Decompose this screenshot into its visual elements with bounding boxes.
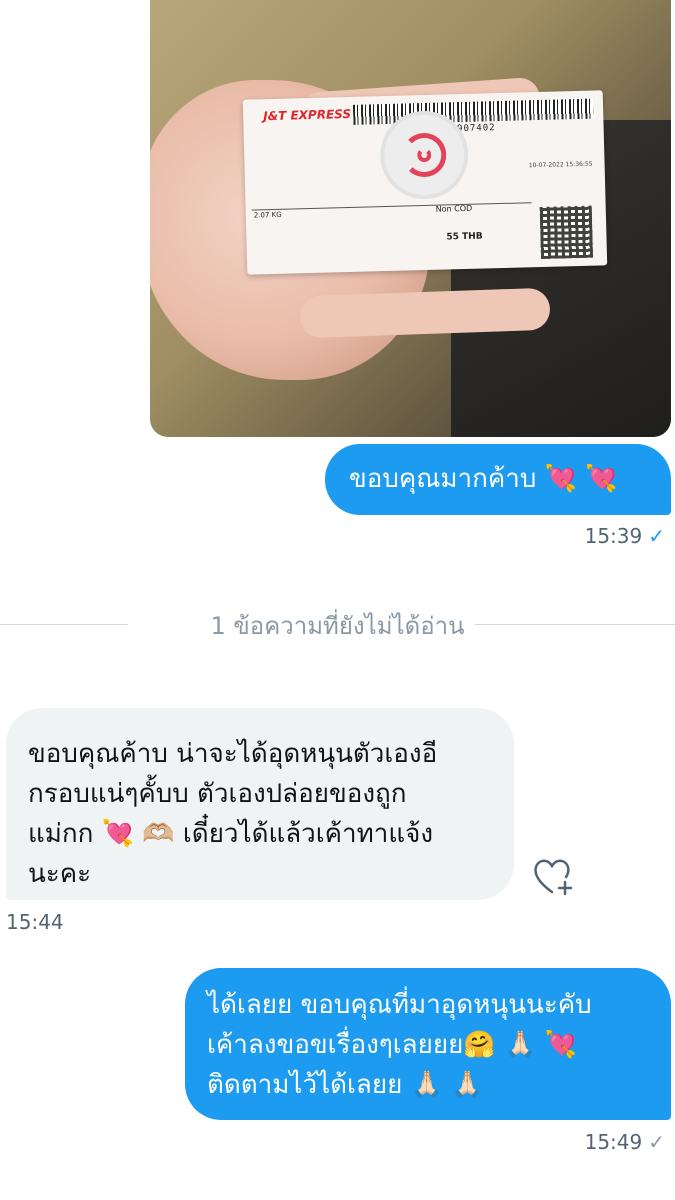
message-timestamp: 15:39 ✓: [585, 524, 665, 548]
message-bubble-outgoing[interactable]: ได้เลยย ขอบคุณที่มาอุดหนุนนะคับ เค้าลงขอ…: [185, 968, 671, 1120]
message-line: แม่กก 💘 🫶🏼 เดี๋ยวได้แล้วเค้าทาแจ้ง: [28, 819, 434, 849]
heart-plus-icon[interactable]: [532, 856, 574, 896]
courier-logo: J&T EXPRESS: [263, 106, 352, 124]
message-bubble-outgoing[interactable]: ขอบคุณมากค้าบ 💘 💘: [325, 444, 671, 515]
message-line: นะคะ: [28, 859, 92, 889]
receipt-date: 10-07-2022 15:36:55: [528, 160, 593, 170]
receipt-cod-label: Non COD: [435, 203, 473, 214]
receipt-price: 55 THB: [446, 231, 483, 243]
message-timestamp: 15:44: [6, 910, 64, 934]
message-line: ขอบคุณค้าบ น่าจะได้อุดหนุนตัวเองอี: [28, 739, 438, 769]
unread-label: 1 ข้อความที่ยังไม่ได้อ่าน: [200, 612, 475, 640]
photo-finger: [299, 287, 551, 339]
receipt-weight: 2.07 KG: [253, 210, 282, 220]
unread-divider: 1 ข้อความที่ยังไม่ได้อ่าน: [0, 606, 675, 645]
timestamp-text: 15:49: [584, 1130, 643, 1154]
message-line: เค้าลงขอขเรื่องๆเลยยย🤗 🙏🏻 💘: [207, 1030, 577, 1060]
shipping-receipt: J&T EXPRESS 822411907402 10-07-2022 15:3…: [242, 90, 608, 275]
qr-code: [539, 205, 594, 259]
receipt-grid: [251, 202, 534, 269]
check-icon: ✓: [648, 1130, 665, 1154]
privacy-sticker: [383, 113, 466, 197]
message-timestamp: 15:49 ✓: [585, 1130, 665, 1154]
barcode: [352, 98, 594, 125]
timestamp-text: 15:39: [584, 524, 643, 548]
photo-attachment[interactable]: J&T EXPRESS 822411907402 10-07-2022 15:3…: [150, 0, 671, 437]
message-line: ติดตามไว้ได้เลยย 🙏🏻 🙏🏻: [207, 1070, 484, 1100]
message-line: ได้เลยย ขอบคุณที่มาอุดหนุนนะคับ: [207, 990, 592, 1020]
check-icon: ✓: [648, 524, 665, 548]
swirl-icon: [401, 132, 447, 178]
timestamp-text: 15:44: [6, 910, 64, 934]
message-bubble-incoming[interactable]: ขอบคุณค้าบ น่าจะได้อุดหนุนตัวเองอี กรอบแ…: [6, 708, 514, 900]
message-text: ขอบคุณมากค้าบ 💘 💘: [349, 464, 618, 494]
message-line: กรอบแน่ๆคั้บบ ตัวเองปล่อยของถูก: [28, 779, 407, 809]
